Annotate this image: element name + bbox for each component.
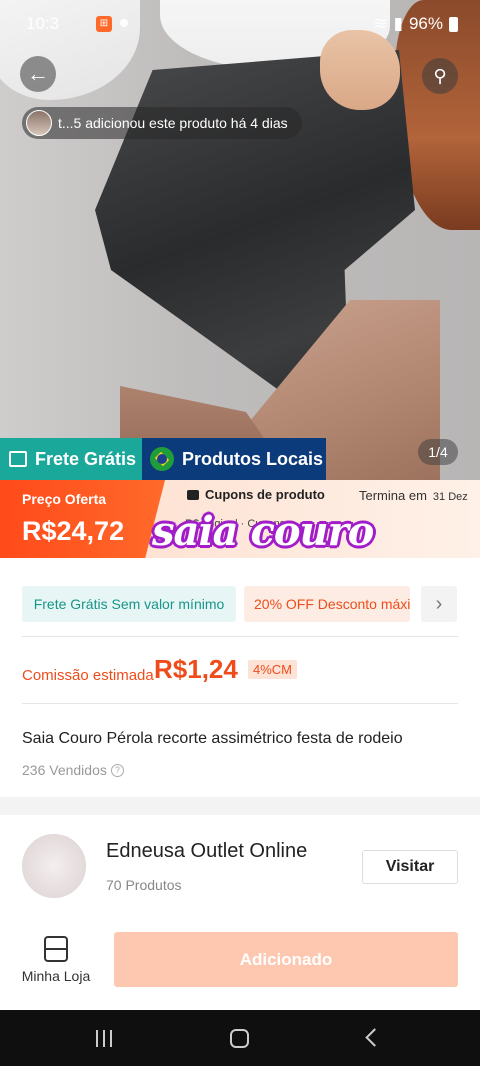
offer-price-value: R$24,72 <box>22 516 125 546</box>
added-by-text: t...5 adicionou este produto há 4 dias <box>58 115 288 131</box>
free-shipping-tag: Frete Grátis <box>0 438 142 480</box>
status-bar: 10:3 ⊞ ≋ ▮ 96% <box>0 0 480 48</box>
coupons-title: Cupons de produto <box>187 487 325 502</box>
coupons-label: Cupons de produto <box>205 487 325 502</box>
avatar <box>26 110 52 136</box>
sticker-overlay-text: saia couro <box>152 508 374 555</box>
coupon-icon <box>187 489 199 500</box>
promo-chip-free-shipping[interactable]: Frete Grátis Sem valor mínimo <box>22 586 236 622</box>
ends-in: Termina em 31 Dez <box>359 488 468 503</box>
local-products-label: Produtos Locais <box>182 448 324 469</box>
added-button[interactable]: Adicionado <box>114 932 458 987</box>
signal-icon: ▮ <box>393 14 403 33</box>
ends-date: 31 Dez <box>432 491 468 503</box>
promo-chip-discount[interactable]: 20% OFF Desconto máxi <box>244 586 410 622</box>
promo-more-button[interactable]: › <box>421 586 457 622</box>
product-image[interactable] <box>0 0 480 480</box>
back-button[interactable]: ← <box>20 56 56 92</box>
commission-badge: 4%CM <box>248 660 298 679</box>
added-by-pill: t...5 adicionou este produto há 4 dias <box>22 107 302 139</box>
ends-label: Termina em <box>359 488 427 503</box>
brazil-flag-icon <box>150 447 174 471</box>
battery-level: 96% <box>408 14 443 33</box>
store-logo[interactable] <box>22 834 86 898</box>
store-product-count: 70 Produtos <box>106 877 182 893</box>
my-store-label: Minha Loja <box>21 968 91 984</box>
product-title: Saia Couro Pérola recorte assimétrico fe… <box>22 730 403 747</box>
divider <box>22 636 458 637</box>
notification-icon: ⊞ <box>96 16 112 32</box>
search-icon: ⚲ <box>433 65 447 86</box>
system-navbar <box>0 1010 480 1066</box>
my-store-button[interactable]: Minha Loja <box>18 936 94 984</box>
offer-price-label: Preço Oferta <box>22 491 107 507</box>
recent-apps-button[interactable] <box>96 1030 112 1047</box>
sold-count-text: 236 Vendidos <box>22 762 107 778</box>
status-time: 10:3 <box>26 14 60 33</box>
arrow-left-icon: ← <box>27 61 49 86</box>
commission-label: Comissão estimada <box>22 667 154 684</box>
search-button[interactable]: ⚲ <box>422 58 458 94</box>
home-button[interactable] <box>230 1029 249 1048</box>
section-divider <box>0 797 480 815</box>
divider <box>22 703 458 704</box>
store-name[interactable]: Edneusa Outlet Online <box>106 840 307 863</box>
commission-value: R$1,24 <box>154 654 238 684</box>
local-products-tag: Produtos Locais <box>142 438 326 480</box>
image-counter: 1/4 <box>418 439 458 465</box>
offer-price-box: Preço Oferta R$24,72 <box>0 480 165 558</box>
notification-dot-icon <box>120 19 128 27</box>
wifi-icon: ≋ <box>373 14 388 33</box>
help-icon[interactable]: ? <box>110 763 124 777</box>
store-icon <box>44 936 68 962</box>
free-shipping-label: Frete Grátis <box>35 448 137 469</box>
battery-icon <box>449 16 458 32</box>
chevron-right-icon: › <box>435 592 443 615</box>
sold-count: 236 Vendidos ? <box>22 762 124 778</box>
truck-icon <box>9 451 27 467</box>
nav-back-button[interactable] <box>365 1028 384 1047</box>
status-right: ≋ ▮ 96% <box>373 14 458 34</box>
visit-store-button[interactable]: Visitar <box>362 850 458 884</box>
